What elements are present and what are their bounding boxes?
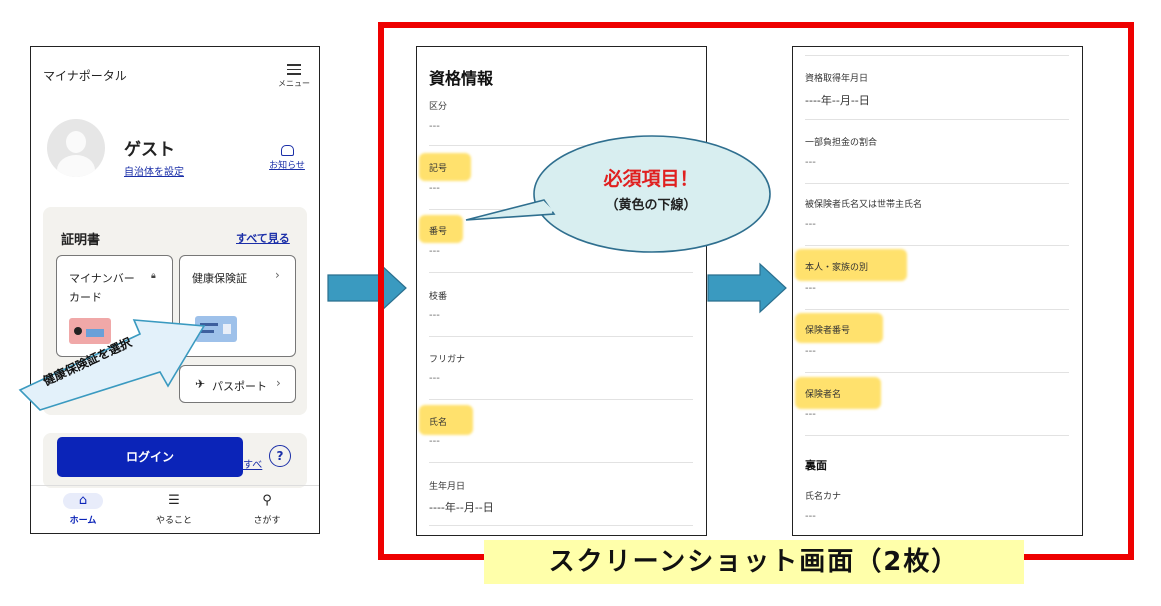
field-label: 枝番 [429,292,448,302]
field-value: --- [429,310,440,321]
divider [805,183,1069,184]
divider [429,462,693,463]
hamburger-icon [287,64,301,75]
back-side-heading: 裏面 [805,459,827,472]
field-label: 保険者名 [805,390,842,400]
user-name: ゲスト [124,140,175,160]
field-label: 資格取得年月日 [805,74,869,84]
help-icon[interactable]: ? [269,445,291,467]
required-items-subtitle: （黄色の下線） [605,198,697,213]
clipboard-icon: ☰ [168,493,180,508]
field-label: 番号 [429,227,448,237]
field-value: --- [805,157,816,168]
field-label: 被保険者氏名又は世帯主氏名 [805,200,923,210]
set-municipality-link[interactable]: 自治体を設定 [124,163,184,178]
tab-bar-divider [31,485,319,486]
mailbox-icon [280,145,294,156]
field-label: フリガナ [429,355,466,365]
field-value: --- [805,283,816,294]
arrow-right-icon [707,262,787,314]
field-label: 記号 [429,164,448,174]
divider [805,55,1069,56]
phone-screen-qualification-1: 資格情報 区分 --- 記号 --- 番号 --- 枝番 --- フリガナ --… [416,46,707,536]
field-value: --- [429,373,440,384]
divider [805,435,1069,436]
passport-label: パスポート [212,380,267,393]
login-other-link[interactable]: すべ [243,456,262,471]
divider [805,309,1069,310]
divider [429,399,693,400]
field-value: --- [429,121,440,132]
field-label: 氏名カナ [805,492,842,502]
required-items-title: 必須項目！ [603,168,699,190]
my-number-card-label: マイナンバー カード [69,272,135,304]
field-value: ----年--月--日 [805,94,870,107]
health-insurance-card-label: 健康保険証 [192,272,247,285]
tab-search-label: さがす [253,516,281,526]
login-button[interactable]: ログイン [57,437,243,477]
tab-search[interactable]: ⚲ さがす [237,493,297,526]
search-icon: ⚲ [262,493,272,508]
tab-todo[interactable]: ☰ やること [144,493,204,526]
field-value: --- [805,511,816,522]
select-callout-arrow [18,319,206,411]
field-label: 保険者番号 [805,326,851,336]
divider [805,245,1069,246]
field-label: 一部負担金の割合 [805,138,878,148]
menu-button[interactable]: メニュー [278,61,310,89]
field-value: --- [429,183,440,194]
tab-home-label: ホーム [69,516,97,526]
home-icon: ⌂ [63,493,103,509]
phone-screen-home: マイナポータル メニュー ゲスト 自治体を設定 お知らせ 証明書 すべて見る マ… [30,46,320,534]
chevron-right-icon: › [275,268,280,282]
tab-home[interactable]: ⌂ ホーム [53,493,113,526]
avatar [47,119,105,177]
screenshot-caption: スクリーンショット画面（2枚） [484,540,1024,584]
notice-button[interactable]: お知らせ [265,145,309,171]
field-value: --- [805,219,816,230]
lock-icon: 🔒︎ [151,271,156,281]
divider [429,525,693,526]
divider [805,119,1069,120]
divider [429,336,693,337]
field-value: --- [429,246,440,257]
field-value: --- [805,409,816,420]
chevron-right-icon: › [276,376,281,390]
notice-label: お知らせ [269,161,305,171]
divider [429,272,693,273]
menu-label: メニュー [278,78,310,88]
certificate-section-title: 証明書 [61,233,101,248]
see-all-link[interactable]: すべて見る [236,230,290,246]
field-value: ----年--月--日 [429,501,494,514]
qualification-title: 資格情報 [429,69,494,88]
phone-screen-qualification-2: 資格取得年月日 ----年--月--日 一部負担金の割合 --- 被保険者氏名又… [792,46,1083,536]
divider [805,372,1069,373]
tab-todo-label: やること [155,516,192,526]
field-label: 区分 [429,102,448,112]
field-label: 氏名 [429,418,448,428]
field-label: 本人・家族の別 [805,263,869,273]
field-value: --- [429,436,440,447]
field-value: --- [805,346,816,357]
app-title: マイナポータル [43,69,127,83]
field-label: 生年月日 [429,482,466,492]
